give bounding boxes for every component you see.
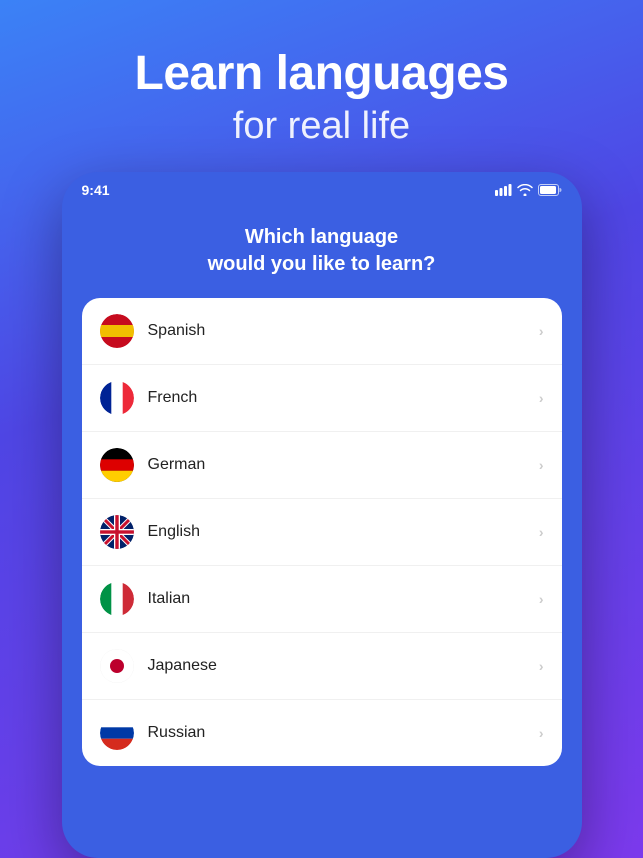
english-flag-icon [100, 515, 134, 549]
language-name: Spanish [148, 322, 539, 340]
status-time: 9:41 [82, 182, 110, 198]
chevron-icon: › [539, 524, 544, 540]
question-text: Which languagewould you like to learn? [208, 224, 436, 278]
list-item[interactable]: English › [82, 499, 562, 566]
chevron-icon: › [539, 725, 544, 741]
list-item[interactable]: French › [82, 365, 562, 432]
phone-content: Which languagewould you like to learn? S… [62, 204, 582, 858]
list-item[interactable]: Russian › [82, 700, 562, 766]
signal-icon [495, 184, 512, 196]
italian-flag-icon [100, 582, 134, 616]
phone-mockup: 9:41 Which languagewould y [62, 172, 582, 858]
language-name: Italian [148, 590, 539, 608]
main-subtitle: for real life [135, 105, 509, 148]
language-name: French [148, 389, 539, 407]
list-item[interactable]: Italian › [82, 566, 562, 633]
chevron-icon: › [539, 658, 544, 674]
german-flag-icon [100, 448, 134, 482]
russian-flag-icon [100, 716, 134, 750]
language-name: Russian [148, 724, 539, 742]
main-title: Learn languages [135, 48, 509, 101]
status-bar: 9:41 [62, 172, 582, 204]
chevron-icon: › [539, 457, 544, 473]
language-name: English [148, 523, 539, 541]
header-section: Learn languages for real life [135, 0, 509, 172]
chevron-icon: › [539, 591, 544, 607]
battery-icon [538, 184, 562, 196]
chevron-icon: › [539, 390, 544, 406]
french-flag-icon [100, 381, 134, 415]
japanese-flag-icon [100, 649, 134, 683]
language-name: German [148, 456, 539, 474]
status-icons [495, 184, 562, 196]
wifi-icon [517, 184, 533, 196]
list-item[interactable]: German › [82, 432, 562, 499]
list-item[interactable]: Japanese › [82, 633, 562, 700]
language-name: Japanese [148, 657, 539, 675]
language-list: Spanish › French › [82, 298, 562, 766]
chevron-icon: › [539, 323, 544, 339]
spanish-flag-icon [100, 314, 134, 348]
list-item[interactable]: Spanish › [82, 298, 562, 365]
